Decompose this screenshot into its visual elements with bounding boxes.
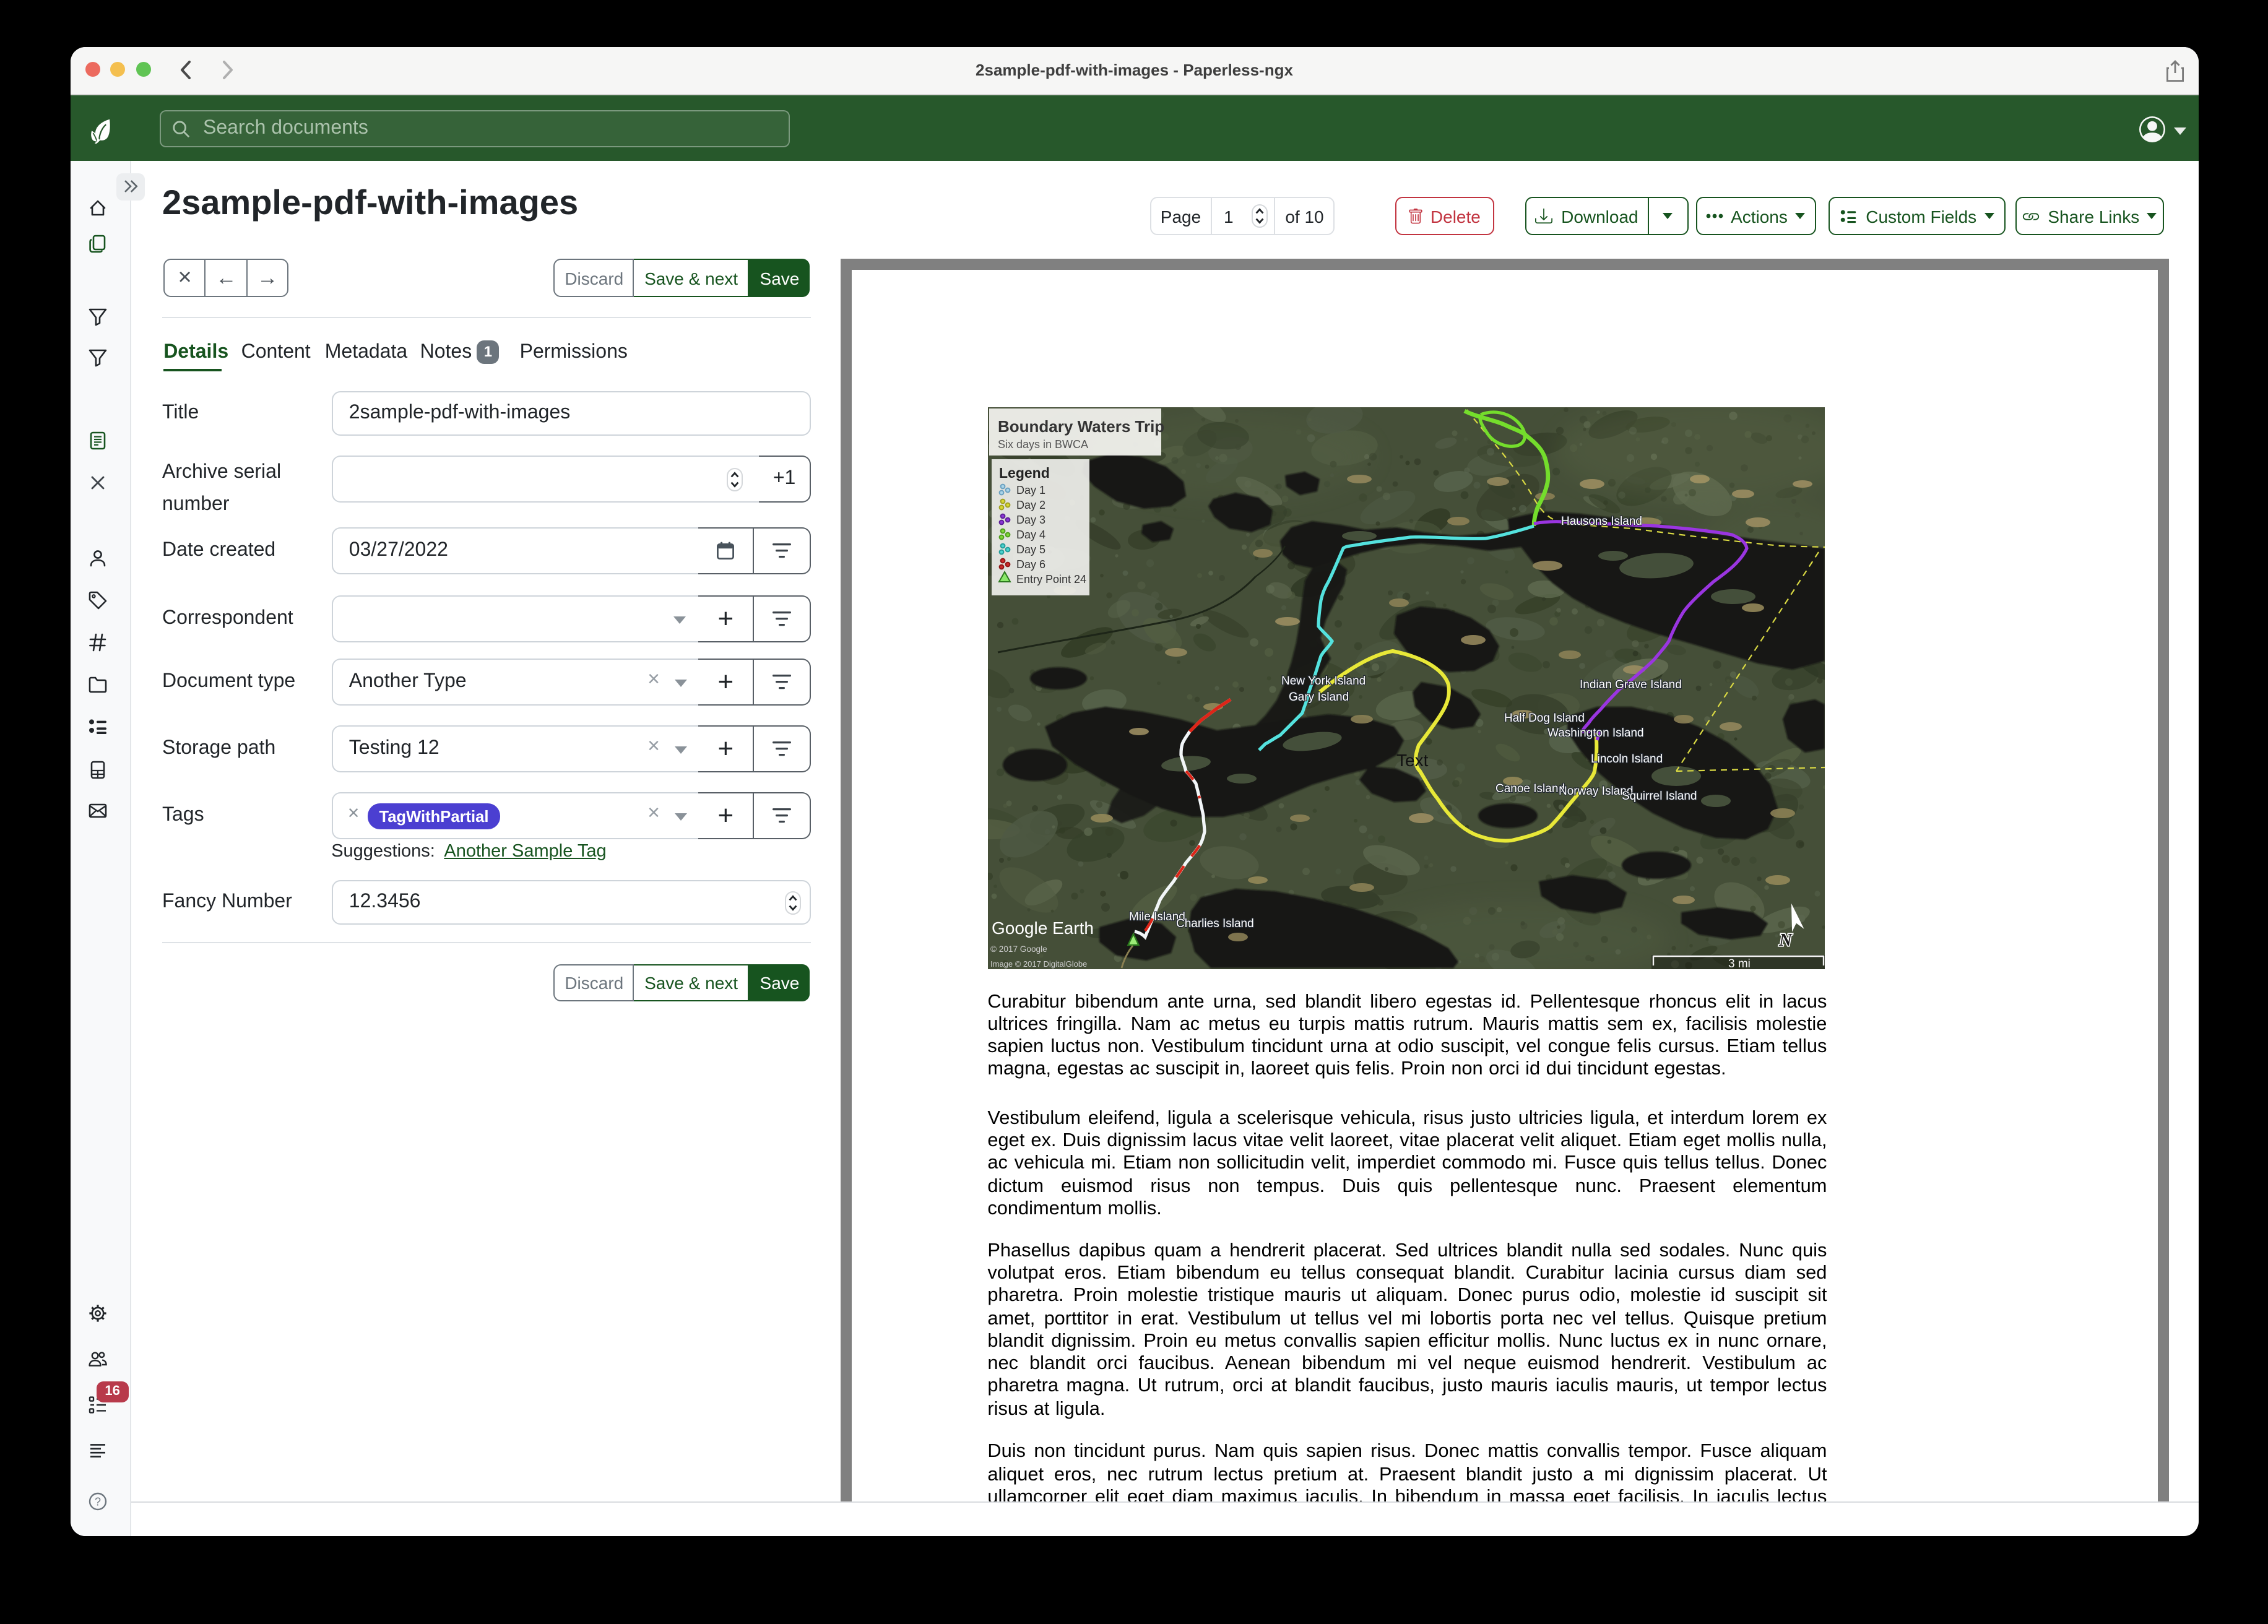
svg-text:Day 2: Day 2: [1016, 499, 1045, 512]
svg-text:Image © 2017 DigitalGlobe: Image © 2017 DigitalGlobe: [990, 960, 1086, 969]
svg-text:Day 4: Day 4: [1016, 529, 1045, 542]
svg-text:New York Island: New York Island: [1281, 675, 1365, 688]
svg-text:Google Earth: Google Earth: [991, 919, 1093, 938]
svg-text:3 mi: 3 mi: [1728, 958, 1750, 969]
svg-text:Day 6: Day 6: [1016, 559, 1045, 571]
svg-text:Text: Text: [1396, 751, 1428, 771]
svg-text:N: N: [1778, 931, 1792, 951]
svg-text:Legend: Legend: [998, 465, 1049, 482]
svg-text:Day 3: Day 3: [1016, 514, 1045, 527]
svg-text:Charlies Island: Charlies Island: [1175, 918, 1253, 931]
svg-text:Day 5: Day 5: [1016, 544, 1045, 556]
svg-text:Lincoln Island: Lincoln Island: [1590, 753, 1662, 766]
svg-text:Day 1: Day 1: [1016, 485, 1045, 497]
svg-text:© 2017 Google: © 2017 Google: [990, 945, 1047, 954]
svg-text:Boundary Waters Trip: Boundary Waters Trip: [997, 418, 1164, 436]
svg-text:Washington Island: Washington Island: [1547, 727, 1643, 740]
svg-text:Half Dog Island: Half Dog Island: [1504, 712, 1584, 725]
svg-text:?: ?: [95, 1496, 101, 1508]
svg-text:Hausons Island: Hausons Island: [1560, 516, 1642, 529]
svg-text:Indian Grave Island: Indian Grave Island: [1579, 679, 1681, 692]
svg-text:Entry Point 24: Entry Point 24: [1016, 574, 1086, 586]
svg-text:Squirrel Island: Squirrel Island: [1621, 790, 1696, 803]
svg-text:Canoe Island: Canoe Island: [1495, 783, 1564, 796]
svg-text:Gary Island: Gary Island: [1288, 691, 1348, 704]
svg-text:Six days in BWCA: Six days in BWCA: [997, 439, 1088, 451]
